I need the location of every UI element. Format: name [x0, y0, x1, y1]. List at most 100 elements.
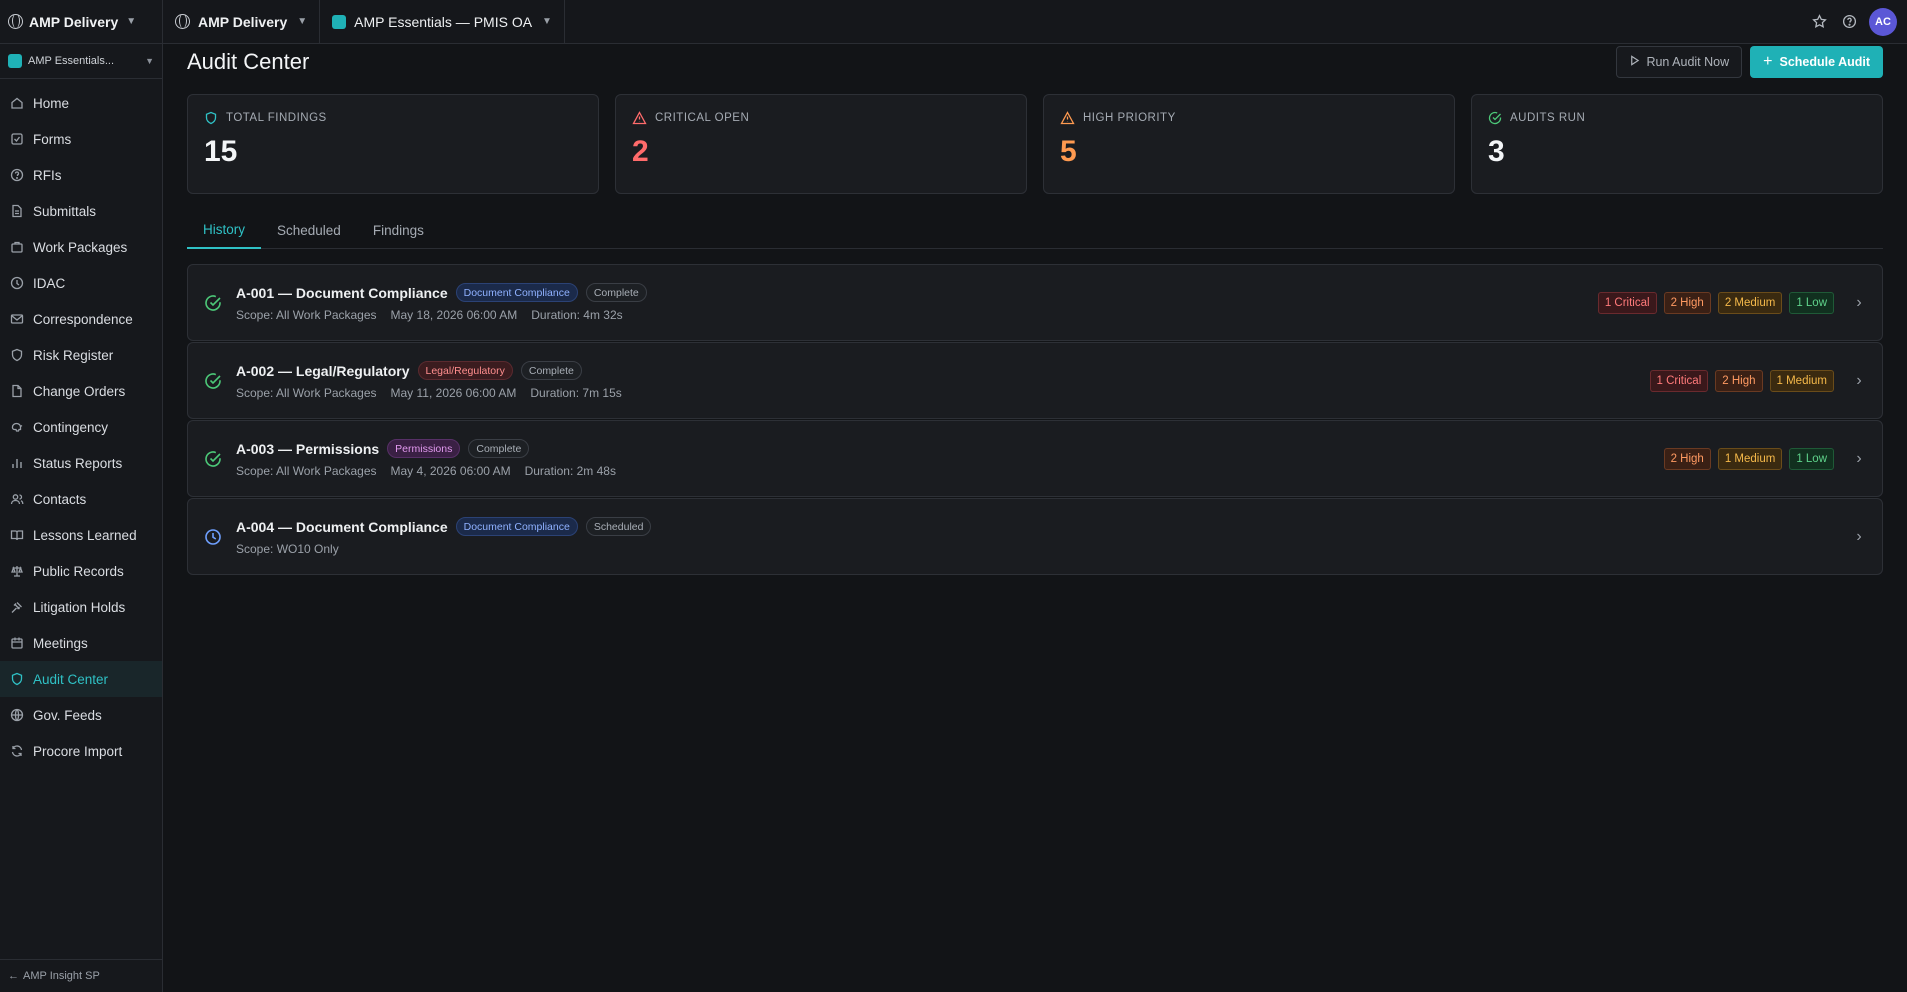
sidebar-item-idac[interactable]: IDAC [0, 265, 162, 301]
sidebar-item-lessons-learned[interactable]: Lessons Learned [0, 517, 162, 553]
sidebar-nav: Home Forms RFIs Submittals Work Packages… [0, 79, 162, 769]
star-icon[interactable] [1809, 12, 1829, 32]
status-badge: Scheduled [585, 517, 652, 536]
project-switcher[interactable]: AMP Essentials... ▼ [0, 44, 162, 79]
piggy-bank-icon [10, 420, 24, 434]
topbar-org-name: AMP Delivery [198, 13, 288, 30]
alert-triangle-icon [632, 111, 647, 125]
audit-row[interactable]: A-003 — Permissions Permissions Complete… [187, 420, 1883, 497]
audit-row[interactable]: A-002 — Legal/Regulatory Legal/Regulator… [187, 342, 1883, 419]
sidebar-item-contacts[interactable]: Contacts [0, 481, 162, 517]
sidebar-item-label: Procore Import [33, 743, 123, 759]
sidebar-item-gov-feeds[interactable]: Gov. Feeds [0, 697, 162, 733]
sidebar-item-public-records[interactable]: Public Records [0, 553, 162, 589]
sidebar-item-change-orders[interactable]: Change Orders [0, 373, 162, 409]
back-link[interactable]: ← AMP Insight SP [0, 959, 162, 992]
run-audit-label: Run Audit Now [1646, 55, 1730, 69]
severity-high-badge: 2 High [1663, 291, 1711, 314]
sidebar-item-home[interactable]: Home [0, 85, 162, 121]
chevron-down-icon: ▼ [126, 16, 137, 27]
bar-chart-icon [10, 456, 24, 470]
globe-icon [175, 14, 190, 29]
topbar-project-name: AMP Essentials — PMIS OA [354, 13, 533, 30]
arrow-left-icon: ← [8, 970, 19, 982]
chevron-down-icon: ▼ [145, 56, 154, 66]
category-badge: Permissions [387, 439, 461, 458]
sidebar-item-correspondence[interactable]: Correspondence [0, 301, 162, 337]
stats-row: TOTAL FINDINGS 15 CRITICAL OPEN 2 HIGH P… [187, 94, 1883, 194]
stat-total-findings: TOTAL FINDINGS 15 [187, 94, 599, 194]
org-switcher[interactable]: AMP Delivery ▼ [0, 0, 162, 44]
scale-icon [10, 564, 24, 578]
stat-value: 5 [1060, 135, 1077, 168]
category-badge: Legal/Regulatory [417, 361, 513, 380]
run-audit-button[interactable]: Run Audit Now [1616, 46, 1743, 78]
sidebar-item-litigation-holds[interactable]: Litigation Holds [0, 589, 162, 625]
file-icon [10, 204, 24, 218]
sidebar-item-status-reports[interactable]: Status Reports [0, 445, 162, 481]
schedule-audit-label: Schedule Audit [1779, 55, 1870, 69]
plus-icon: + [1763, 53, 1773, 70]
audit-duration: Duration: 7m 15s [530, 386, 622, 400]
sidebar-item-contingency[interactable]: Contingency [0, 409, 162, 445]
audit-title: A-003 — Permissions [236, 440, 380, 457]
project-color-icon [332, 14, 347, 29]
severity-counts: 2 High 1 Medium 1 Low [1663, 447, 1834, 470]
topbar-org-switcher[interactable]: AMP Delivery ▼ [163, 0, 321, 44]
sidebar-item-work-packages[interactable]: Work Packages [0, 229, 162, 265]
sidebar-item-risk-register[interactable]: Risk Register [0, 337, 162, 373]
project-name: AMP Essentials... [28, 55, 114, 67]
sidebar-item-label: Audit Center [33, 671, 109, 687]
back-link-label: AMP Insight SP [23, 970, 100, 982]
sidebar-item-procore-import[interactable]: Procore Import [0, 733, 162, 769]
help-icon[interactable] [1839, 12, 1859, 32]
avatar[interactable]: AC [1869, 7, 1897, 36]
status-badge: Complete [468, 439, 530, 458]
audit-title: A-004 — Document Compliance [236, 518, 448, 535]
mail-icon [10, 312, 24, 326]
sidebar-item-label: Forms [33, 131, 72, 147]
sidebar-item-label: Public Records [33, 563, 124, 579]
schedule-audit-button[interactable]: + Schedule Audit [1750, 46, 1883, 78]
chevron-right-icon: › [1856, 293, 1862, 311]
check-circle-icon [205, 372, 221, 389]
sidebar-item-forms[interactable]: Forms [0, 121, 162, 157]
audit-scope: Scope: All Work Packages [236, 386, 377, 400]
sidebar-item-meetings[interactable]: Meetings [0, 625, 162, 661]
sidebar-item-submittals[interactable]: Submittals [0, 193, 162, 229]
sidebar-item-label: Meetings [33, 635, 88, 651]
sidebar-item-audit-center[interactable]: Audit Center [0, 661, 162, 697]
sidebar-item-label: RFIs [33, 167, 62, 183]
sidebar-item-label: Litigation Holds [33, 599, 126, 615]
stat-high-priority: HIGH PRIORITY 5 [1043, 94, 1455, 194]
severity-high-badge: 2 High [1715, 369, 1763, 392]
audit-scope: Scope: All Work Packages [236, 308, 377, 322]
severity-counts: 1 Critical 2 High 1 Medium [1649, 369, 1834, 392]
globe-icon [10, 708, 24, 722]
audit-row[interactable]: A-004 — Document Compliance Document Com… [187, 498, 1883, 575]
audit-duration: Duration: 2m 48s [524, 464, 616, 478]
severity-medium-badge: 2 Medium [1717, 291, 1783, 314]
calendar-icon [10, 636, 24, 650]
sidebar-item-label: Status Reports [33, 455, 123, 471]
package-icon [10, 240, 24, 254]
audit-list: A-001 — Document Compliance Document Com… [187, 264, 1883, 575]
sidebar-item-rfis[interactable]: RFIs [0, 157, 162, 193]
severity-low-badge: 1 Low [1789, 447, 1834, 470]
main-content: Audit Center Run Audit Now + Schedule Au… [187, 44, 1883, 575]
audit-date: May 4, 2026 06:00 AM [390, 464, 511, 478]
audit-row[interactable]: A-001 — Document Compliance Document Com… [187, 264, 1883, 341]
shield-icon [204, 111, 218, 125]
stat-label: CRITICAL OPEN [655, 112, 750, 124]
tab-findings[interactable]: Findings [357, 211, 440, 249]
gavel-icon [10, 600, 24, 614]
tab-history[interactable]: History [187, 211, 262, 249]
topbar-project-switcher[interactable]: AMP Essentials — PMIS OA ▼ [320, 0, 565, 44]
stat-label: AUDITS RUN [1510, 112, 1586, 124]
audit-title: A-002 — Legal/Regulatory [236, 362, 410, 379]
sidebar-item-label: Gov. Feeds [33, 707, 102, 723]
stat-audits-run: AUDITS RUN 3 [1471, 94, 1883, 194]
audit-title: A-001 — Document Compliance [236, 284, 448, 301]
tab-scheduled[interactable]: Scheduled [261, 211, 357, 249]
tabs: History Scheduled Findings [187, 211, 1883, 249]
